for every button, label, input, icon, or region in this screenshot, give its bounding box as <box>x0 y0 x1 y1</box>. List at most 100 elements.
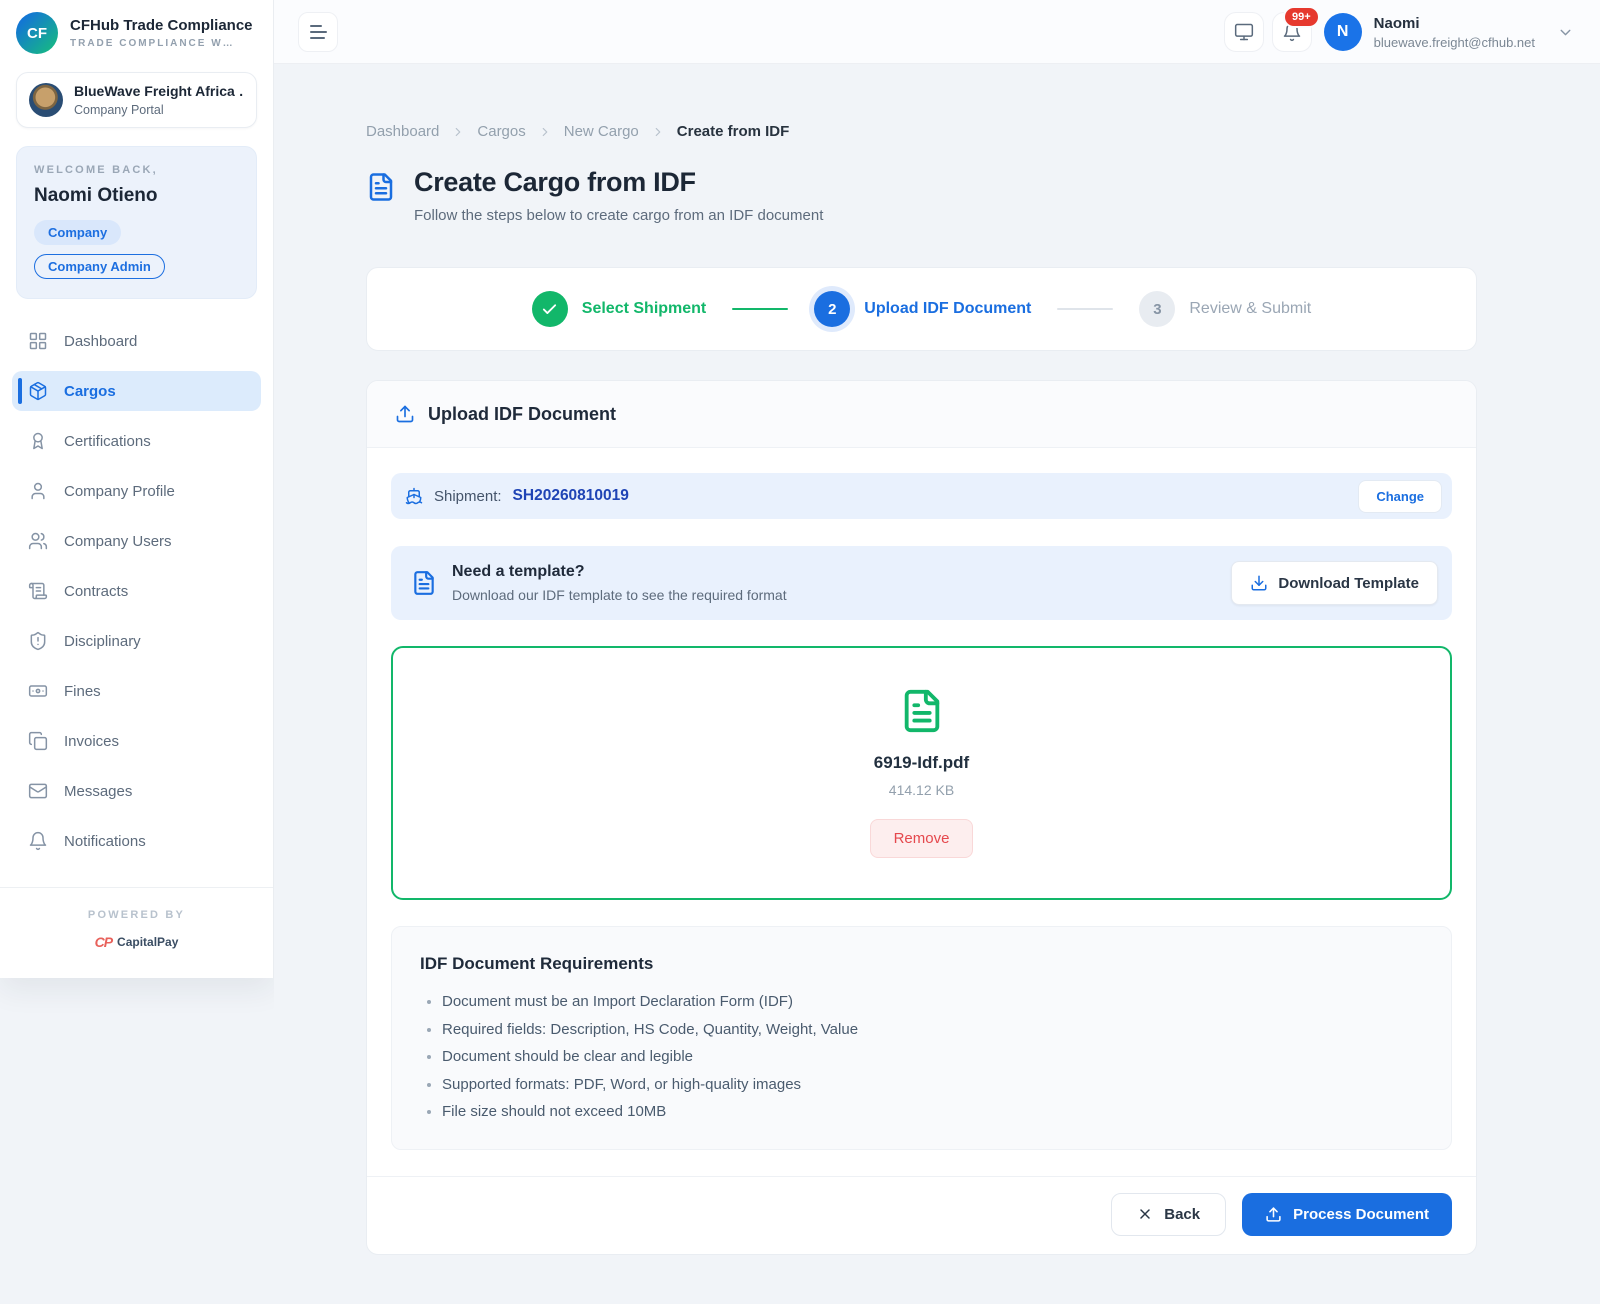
chevron-right-icon <box>451 125 465 139</box>
step-active-circle: 2 <box>814 291 850 327</box>
ship-icon <box>405 487 423 505</box>
step-connector <box>732 308 788 310</box>
process-document-label: Process Document <box>1293 1206 1429 1223</box>
powered-by-section: POWERED BY CP CapitalPay <box>0 887 273 978</box>
process-document-button[interactable]: Process Document <box>1242 1193 1452 1236</box>
capitalpay-logo: CP CapitalPay <box>0 934 273 950</box>
sidebar-item-disciplinary[interactable]: Disciplinary <box>12 621 261 661</box>
capitalpay-wordmark: CapitalPay <box>117 935 178 949</box>
page-header: Create Cargo from IDF Follow the steps b… <box>366 167 1477 224</box>
cargo-box-icon <box>28 381 48 401</box>
sidebar-item-contracts[interactable]: Contracts <box>12 571 261 611</box>
file-text-icon <box>899 688 945 734</box>
sidebar-item-label: Certifications <box>64 433 151 450</box>
sidebar-item-company-users[interactable]: Company Users <box>12 521 261 561</box>
sidebar: CF CFHub Trade Compliance TRADE COMPLIAN… <box>0 0 274 978</box>
mail-icon <box>28 781 48 801</box>
remove-file-button[interactable]: Remove <box>870 819 974 858</box>
page-title: Create Cargo from IDF <box>414 167 823 198</box>
award-ribbon-icon <box>28 431 48 451</box>
stepper: Select Shipment 2 Upload IDF Document 3 … <box>366 267 1477 351</box>
uploaded-file-dropzone[interactable]: 6919-Idf.pdf 414.12 KB Remove <box>391 646 1452 900</box>
chevron-right-icon <box>538 125 552 139</box>
sidebar-item-company-profile[interactable]: Company Profile <box>12 471 261 511</box>
user-menu[interactable]: N Naomi bluewave.freight@cfhub.net <box>1324 13 1574 51</box>
page-subtitle: Follow the steps below to create cargo f… <box>414 207 823 224</box>
template-banner: Need a template? Download our IDF templa… <box>391 546 1452 620</box>
sidebar-nav: Dashboard Cargos Certifications Company … <box>0 321 273 861</box>
notifications-button[interactable]: 99+ <box>1272 12 1312 52</box>
sidebar-item-label: Fines <box>64 683 101 700</box>
upload-card-title: Upload IDF Document <box>428 404 616 425</box>
users-icon <box>28 531 48 551</box>
step-upcoming-circle: 3 <box>1139 291 1175 327</box>
requirements-panel: IDF Document Requirements Document must … <box>391 926 1452 1150</box>
company-avatar <box>29 83 63 117</box>
breadcrumb-cargos[interactable]: Cargos <box>477 123 525 140</box>
sidebar-item-dashboard[interactable]: Dashboard <box>12 321 261 361</box>
user-icon <box>28 481 48 501</box>
welcome-card: WELCOME BACK, Naomi Otieno Company Compa… <box>16 146 257 299</box>
sidebar-item-notifications[interactable]: Notifications <box>12 821 261 861</box>
sidebar-item-certifications[interactable]: Certifications <box>12 421 261 461</box>
app-logo: CF <box>16 12 58 54</box>
breadcrumb: Dashboard Cargos New Cargo Create from I… <box>366 123 1477 140</box>
download-template-button[interactable]: Download Template <box>1231 561 1438 605</box>
display-mode-button[interactable] <box>1224 12 1264 52</box>
step-complete-circle <box>532 291 568 327</box>
sidebar-item-label: Disciplinary <box>64 633 141 650</box>
requirement-item: Required fields: Description, HS Code, Q… <box>442 1021 1423 1038</box>
upload-card-header: Upload IDF Document <box>367 381 1476 448</box>
sidebar-item-label: Dashboard <box>64 333 137 350</box>
uploaded-file-name: 6919-Idf.pdf <box>874 753 969 773</box>
requirement-item: Supported formats: PDF, Word, or high-qu… <box>442 1076 1423 1093</box>
requirements-list: Document must be an Import Declaration F… <box>420 993 1423 1120</box>
change-shipment-button[interactable]: Change <box>1358 480 1442 513</box>
shipment-id: SH20260810019 <box>513 487 629 505</box>
shield-alert-icon <box>28 631 48 651</box>
company-name: BlueWave Freight Africa … <box>74 83 244 99</box>
step-label: Select Shipment <box>582 300 706 318</box>
requirements-title: IDF Document Requirements <box>420 954 1423 974</box>
back-button[interactable]: Back <box>1111 1193 1226 1236</box>
sidebar-item-label: Contracts <box>64 583 128 600</box>
main-content: Dashboard Cargos New Cargo Create from I… <box>274 64 1600 1304</box>
scroll-icon <box>28 581 48 601</box>
step-review-submit: 3 Review & Submit <box>1139 291 1311 327</box>
company-portal-label: Company Portal <box>74 103 244 117</box>
close-icon <box>1137 1206 1153 1222</box>
shipment-label: Shipment: <box>434 488 502 505</box>
card-footer: Back Process Document <box>367 1176 1476 1254</box>
notification-count-badge: 99+ <box>1283 6 1320 28</box>
breadcrumb-new-cargo[interactable]: New Cargo <box>564 123 639 140</box>
file-text-icon <box>411 570 437 596</box>
back-label: Back <box>1164 1206 1200 1223</box>
file-text-icon <box>366 172 396 224</box>
powered-by-label: POWERED BY <box>0 909 273 921</box>
template-subtitle: Download our IDF template to see the req… <box>452 587 787 603</box>
dashboard-icon <box>28 331 48 351</box>
sidebar-item-fines[interactable]: Fines <box>12 671 261 711</box>
app-brand: CF CFHub Trade Compliance TRADE COMPLIAN… <box>0 0 273 64</box>
breadcrumb-current: Create from IDF <box>677 123 790 140</box>
upload-card: Upload IDF Document Shipment: SH20260810… <box>366 380 1477 1255</box>
sidebar-item-label: Messages <box>64 783 132 800</box>
company-portal-card[interactable]: BlueWave Freight Africa … Company Portal <box>16 72 257 128</box>
menu-toggle-button[interactable] <box>298 12 338 52</box>
role-badge-company-admin: Company Admin <box>34 254 165 279</box>
step-connector <box>1057 308 1113 310</box>
sidebar-item-invoices[interactable]: Invoices <box>12 721 261 761</box>
upload-icon <box>1265 1206 1282 1223</box>
breadcrumb-dashboard[interactable]: Dashboard <box>366 123 439 140</box>
step-upload-idf: 2 Upload IDF Document <box>814 291 1031 327</box>
sidebar-item-messages[interactable]: Messages <box>12 771 261 811</box>
requirement-item: File size should not exceed 10MB <box>442 1103 1423 1120</box>
requirement-item: Document should be clear and legible <box>442 1048 1423 1065</box>
sidebar-item-label: Company Profile <box>64 483 175 500</box>
app-title: CFHub Trade Compliance <box>70 17 253 34</box>
sidebar-item-label: Cargos <box>64 383 116 400</box>
role-badge-company: Company <box>34 220 121 245</box>
sidebar-item-cargos[interactable]: Cargos <box>12 371 261 411</box>
active-indicator <box>18 378 22 404</box>
download-template-label: Download Template <box>1278 575 1419 592</box>
